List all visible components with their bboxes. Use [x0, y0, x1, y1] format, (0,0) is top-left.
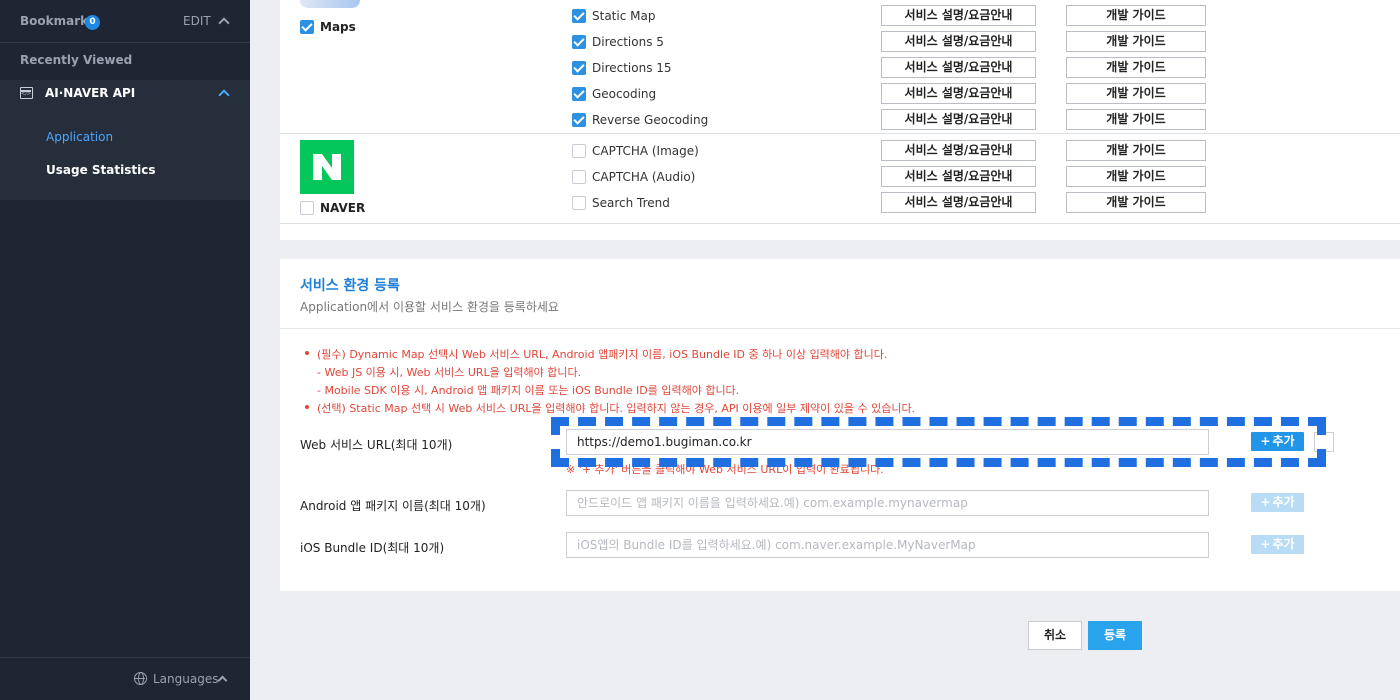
api-checkbox[interactable] — [572, 113, 586, 127]
maps-logo — [300, 0, 360, 8]
service-info-button[interactable]: 서비스 설명/요금안내 — [881, 109, 1036, 130]
provider-divider — [280, 133, 1400, 134]
service-info-button[interactable]: 서비스 설명/요금안내 — [881, 192, 1036, 213]
add-ios-bundle-button[interactable]: + 추가 — [1251, 535, 1304, 554]
naver-n-icon — [313, 154, 341, 180]
dev-guide-button[interactable]: 개발 가이드 — [1066, 31, 1206, 52]
api-name: Static Map — [592, 9, 656, 23]
sidebar: Bookmarks 0 EDIT Recently Viewed AI·NAVE… — [0, 0, 250, 700]
section-title: 서비스 환경 등록 — [300, 278, 400, 294]
provider-divider — [280, 223, 1400, 224]
add-button-label: 추가 — [1272, 495, 1295, 509]
service-info-button[interactable]: 서비스 설명/요금안내 — [881, 140, 1036, 161]
chevron-up-icon — [217, 675, 228, 686]
requirement-note: - Mobile SDK 이용 시, Android 앱 패키지 이름 또는 i… — [317, 384, 740, 397]
ios-bundle-input[interactable]: iOS앱의 Bundle ID를 입력하세요.예) com.naver.exam… — [566, 532, 1209, 558]
add-button-label: 추가 — [1272, 537, 1295, 551]
android-package-label: Android 앱 패키지 이름(최대 10개) — [300, 499, 486, 513]
api-name: CAPTCHA (Audio) — [592, 170, 696, 184]
highlight-annotation — [551, 417, 1326, 467]
requirement-note: - Web JS 이용 시, Web 서비스 URL을 입력해야 합니다. — [317, 366, 582, 379]
bookmarks-header: Bookmarks 0 EDIT — [0, 0, 250, 43]
languages-selector[interactable]: Languages — [0, 657, 250, 700]
api-name: Search Trend — [592, 196, 670, 210]
dev-guide-button[interactable]: 개발 가이드 — [1066, 109, 1206, 130]
chevron-up-icon[interactable] — [218, 17, 230, 29]
dev-guide-button[interactable]: 개발 가이드 — [1066, 5, 1206, 26]
add-android-package-button[interactable]: + 추가 — [1251, 493, 1304, 512]
api-checkbox[interactable] — [572, 61, 586, 75]
bookmarks-count-badge: 0 — [85, 15, 100, 30]
sidebar-product-label: AI·NAVER API — [45, 86, 136, 100]
provider-checkbox-naver[interactable] — [300, 201, 314, 215]
bookmarks-label[interactable]: Bookmarks — [20, 14, 95, 28]
naver-logo — [300, 140, 354, 194]
section-subtitle: Application에서 이용할 서비스 환경을 등록하세요 — [300, 300, 559, 314]
service-info-button[interactable]: 서비스 설명/요금안내 — [881, 83, 1036, 104]
service-info-button[interactable]: 서비스 설명/요금안내 — [881, 31, 1036, 52]
bookmarks-edit-button[interactable]: EDIT — [183, 14, 211, 28]
api-name: CAPTCHA (Image) — [592, 144, 699, 158]
submit-button[interactable]: 등록 — [1088, 621, 1142, 650]
dev-guide-button[interactable]: 개발 가이드 — [1066, 166, 1206, 187]
sidebar-item-application[interactable]: Application — [46, 130, 113, 144]
recently-viewed-label: Recently Viewed — [20, 53, 133, 67]
section-divider — [280, 328, 1400, 329]
api-checkbox[interactable] — [572, 87, 586, 101]
api-selection-card — [280, 0, 1400, 240]
web-url-label: Web 서비스 URL(최대 10개) — [300, 438, 453, 452]
sidebar-submenu: Application Usage Statistics — [0, 108, 250, 200]
requirement-note: (필수) Dynamic Map 선택시 Web 서비스 URL, Androi… — [317, 348, 888, 361]
android-package-input[interactable]: 안드로이드 앱 패키지 이름을 입력하세요.예) com.example.myn… — [566, 490, 1209, 516]
dev-guide-button[interactable]: 개발 가이드 — [1066, 57, 1206, 78]
dev-guide-button[interactable]: 개발 가이드 — [1066, 83, 1206, 104]
requirement-note: (선택) Static Map 선택 시 Web 서비스 URL을 입력해야 합… — [317, 402, 916, 415]
service-info-button[interactable]: 서비스 설명/요금안내 — [881, 166, 1036, 187]
bullet-icon — [305, 405, 309, 409]
service-info-button[interactable]: 서비스 설명/요금안내 — [881, 57, 1036, 78]
provider-checkbox-maps[interactable] — [300, 20, 314, 34]
api-checkbox[interactable] — [572, 144, 586, 158]
cancel-button[interactable]: 취소 — [1028, 621, 1082, 650]
languages-label: Languages — [153, 672, 219, 686]
globe-icon — [134, 672, 147, 685]
api-checkbox[interactable] — [572, 9, 586, 23]
provider-name-maps: Maps — [320, 20, 356, 34]
api-name: Directions 5 — [592, 35, 664, 49]
sidebar-product-ai-naver-api[interactable]: AI·NAVER API — [0, 80, 250, 108]
dev-guide-button[interactable]: 개발 가이드 — [1066, 140, 1206, 161]
bullet-icon — [305, 351, 309, 355]
api-name: Geocoding — [592, 87, 657, 101]
api-icon — [20, 87, 33, 99]
ios-bundle-label: iOS Bundle ID(최대 10개) — [300, 541, 445, 555]
sidebar-item-usage-statistics[interactable]: Usage Statistics — [46, 163, 155, 177]
dev-guide-button[interactable]: 개발 가이드 — [1066, 192, 1206, 213]
chevron-up-icon[interactable] — [218, 89, 230, 101]
api-checkbox[interactable] — [572, 35, 586, 49]
api-name: Reverse Geocoding — [592, 113, 709, 127]
service-info-button[interactable]: 서비스 설명/요금안내 — [881, 5, 1036, 26]
provider-name-naver: NAVER — [320, 201, 366, 215]
api-checkbox[interactable] — [572, 170, 586, 184]
api-name: Directions 15 — [592, 61, 672, 75]
api-checkbox[interactable] — [572, 196, 586, 210]
